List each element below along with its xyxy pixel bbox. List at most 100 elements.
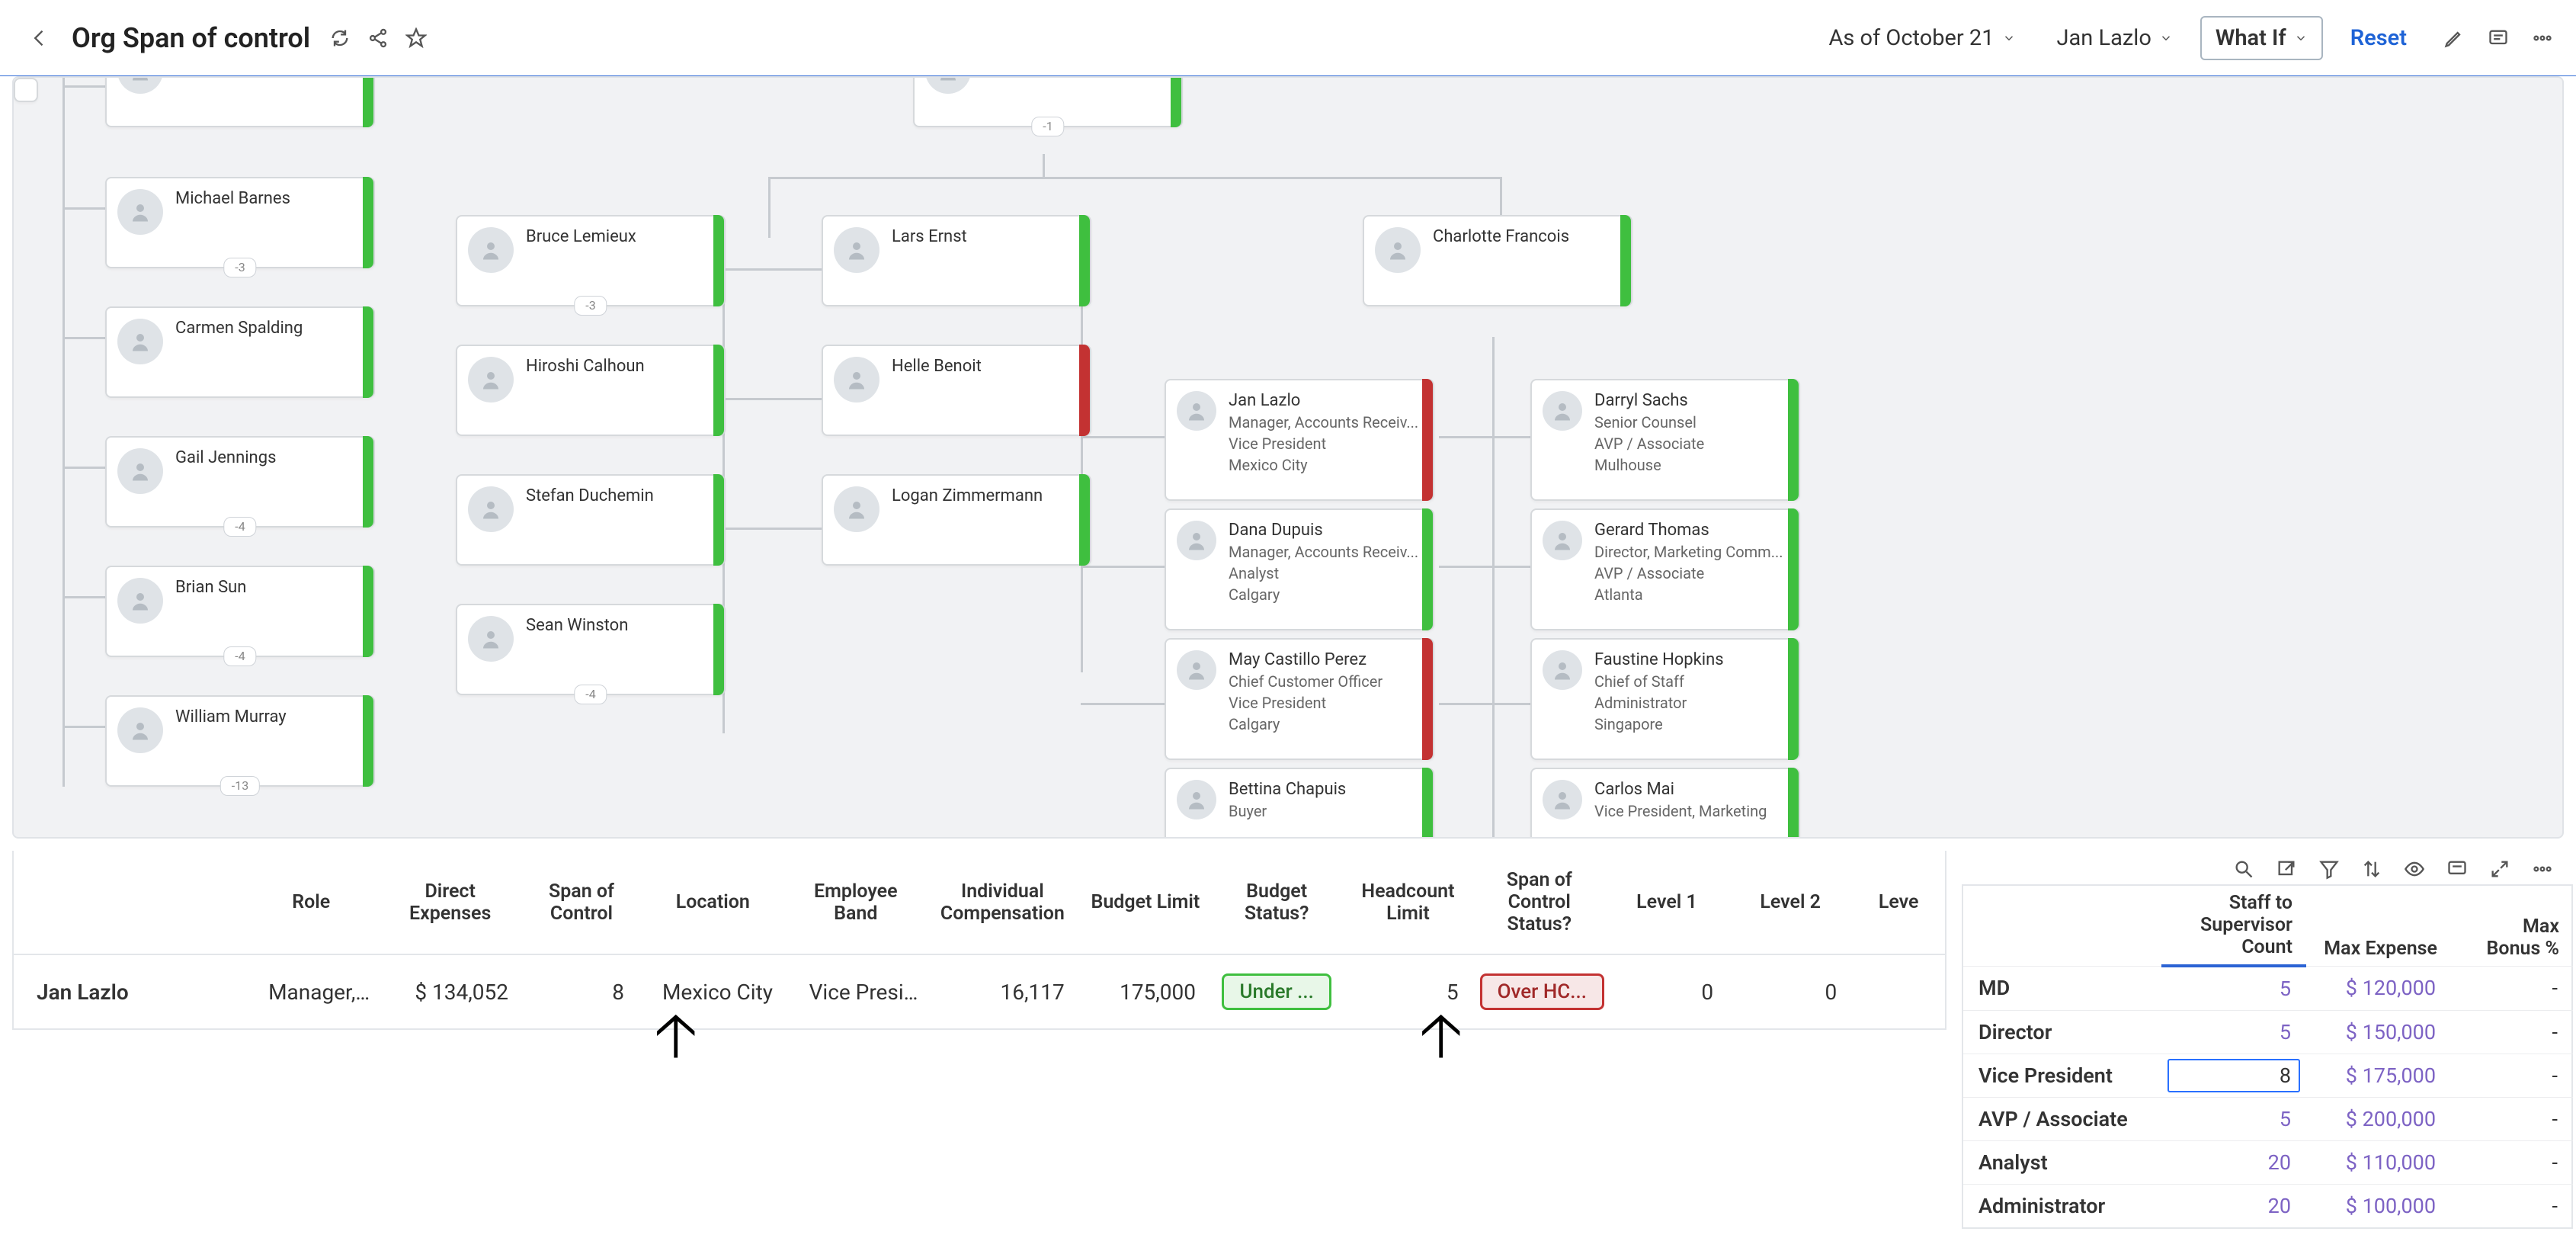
org-node[interactable]: Darryl Sachs Senior Counsel AVP / Associ… [1530,379,1800,501]
search-icon[interactable] [2233,858,2254,880]
avatar-icon [1543,650,1582,690]
more-icon[interactable] [2532,858,2553,880]
org-node[interactable]: Jan Lazlo Manager, Accounts Receiv... Vi… [1165,379,1434,501]
chevron-down-icon [2002,31,2016,45]
avatar-icon [117,189,163,235]
org-node[interactable]: Gail Jennings -4 [105,436,375,528]
right-row[interactable]: Director5$ 150,000- [1963,1011,2573,1054]
org-node[interactable]: Helle Benoit [822,345,1091,436]
avatar-icon [1543,391,1582,431]
star-icon[interactable] [405,27,428,50]
chevron-down-icon [2159,31,2173,45]
expand-icon[interactable] [2489,858,2510,880]
col-location[interactable]: Location [639,851,787,954]
col-expenses[interactable]: Direct Expenses [376,851,524,954]
what-if-dropdown[interactable]: What If [2200,16,2323,60]
grid-toolbar [2256,852,2553,886]
avatar-icon [117,707,163,753]
page-title: Org Span of control [72,22,310,54]
right-panel: Staff to Supervisor Count Max Expense Ma… [1962,884,2573,1229]
right-row[interactable]: Vice President$ 175,000- [1963,1054,2573,1098]
avatar-icon [1177,650,1216,690]
edit-icon[interactable] [2443,27,2465,49]
org-node[interactable]: Stefan Duchemin [456,474,726,566]
right-row[interactable]: Analyst20$ 110,000- [1963,1141,2573,1185]
org-node[interactable]: Bettina Chapuis Buyer [1165,768,1434,839]
right-row[interactable]: MD5$ 120,000- [1963,966,2573,1011]
avatar-icon [834,357,879,403]
col-lvl3[interactable]: Leve [1852,851,1945,954]
more-icon[interactable] [2532,27,2553,49]
budget-status-pill: Under ... [1222,973,1331,1010]
col-lvl2[interactable]: Level 2 [1729,851,1852,954]
avatar-icon [1375,227,1421,273]
comment-icon[interactable] [2488,27,2509,49]
chevron-down-icon [2294,31,2308,45]
col-lvl1[interactable]: Level 1 [1605,851,1729,954]
detail-row[interactable]: Jan Lazlo Manager, ... $ 134,052 8 Mexic… [14,954,1945,1028]
staff-count-input[interactable] [2167,1059,2300,1092]
org-node[interactable]: Dana Dupuis Manager, Accounts Receiv... … [1165,508,1434,630]
avatar-icon [468,227,514,273]
avatar-icon [117,76,163,94]
org-node[interactable]: -1 [913,76,1183,127]
org-node[interactable]: Hiroshi Calhoun [456,345,726,436]
org-node[interactable]: Sean Winston -4 [456,604,726,695]
org-node[interactable]: Faustine Hopkins Chief of Staff Administ… [1530,638,1800,760]
right-row[interactable]: Administrator20$ 100,000- [1963,1185,2573,1228]
org-chart[interactable]: -1 Michael Barnes -3 Carmen Spalding Gai… [12,76,2564,839]
header-bar: Org Span of control As of October 21 Jan… [0,0,2576,76]
eye-icon[interactable] [2404,858,2425,880]
org-node[interactable]: William Murray -13 [105,695,375,787]
col-max-bonus[interactable]: Max Bonus % [2451,886,2573,966]
as-of-dropdown[interactable]: As of October 21 [1815,18,2029,59]
avatar-icon [468,616,514,662]
avatar-icon [1177,780,1216,819]
avatar-icon [1177,521,1216,560]
col-max-expense[interactable]: Max Expense [2306,886,2451,966]
span-status-pill: Over HC... [1480,973,1604,1010]
avatar-icon [1543,780,1582,819]
org-node[interactable]: May Castillo Perez Chief Customer Office… [1165,638,1434,760]
refresh-icon[interactable] [328,27,351,50]
avatar-icon [1177,391,1216,431]
back-button[interactable] [23,21,56,55]
org-node[interactable]: Gerard Thomas Director, Marketing Comm..… [1530,508,1800,630]
sort-icon[interactable] [2361,858,2382,880]
col-staff-to-supervisor[interactable]: Staff to Supervisor Count [2161,886,2306,966]
col-band[interactable]: Employee Band [787,851,925,954]
col-bstatus[interactable]: Budget Status? [1211,851,1342,954]
col-budget[interactable]: Budget Limit [1080,851,1211,954]
reset-button[interactable]: Reset [2337,18,2421,59]
filter-icon[interactable] [2318,858,2340,880]
share-icon[interactable] [367,27,389,50]
export-icon[interactable] [2276,858,2297,880]
org-node[interactable]: Michael Barnes -3 [105,177,375,268]
org-node[interactable] [105,76,375,127]
col-hcstatus[interactable]: Span of Control Status? [1474,851,1605,954]
avatar-icon [1543,521,1582,560]
avatar-icon [117,448,163,494]
col-comp[interactable]: Individual Compensation [925,851,1080,954]
avatar-icon [834,227,879,273]
org-node[interactable]: Logan Zimmermann [822,474,1091,566]
org-node[interactable]: Carmen Spalding [105,306,375,398]
right-row[interactable]: AVP / Associate5$ 200,000- [1963,1098,2573,1141]
col-hclimit[interactable]: Headcount Limit [1342,851,1473,954]
detail-header-row: Role Direct Expenses Span of Control Loc… [14,851,1945,954]
avatar-icon [468,486,514,532]
avatar-icon [117,319,163,364]
org-node[interactable]: Bruce Lemieux -3 [456,215,726,306]
org-node[interactable]: Charlotte Francois [1363,215,1632,306]
avatar-icon [468,357,514,403]
org-node[interactable]: Lars Ernst [822,215,1091,306]
org-node[interactable]: Brian Sun -4 [105,566,375,657]
avatar-icon [925,76,971,94]
user-dropdown[interactable]: Jan Lazlo [2043,18,2187,59]
avatar-icon [834,486,879,532]
org-node[interactable]: Carlos Mai Vice President, Marketing [1530,768,1800,839]
col-role[interactable]: Role [245,851,376,954]
col-span[interactable]: Span of Control [524,851,639,954]
avatar-icon [117,578,163,624]
comment-icon[interactable] [2446,858,2468,880]
